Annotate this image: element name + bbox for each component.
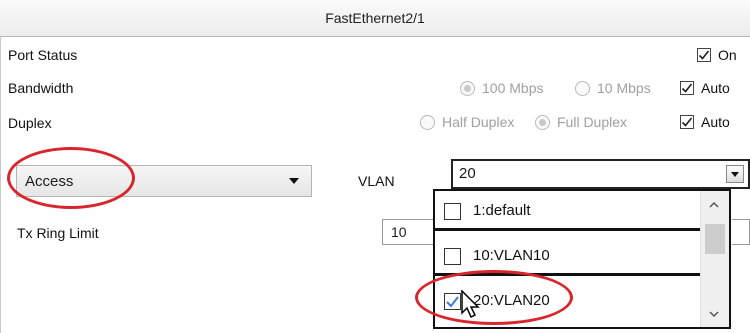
bandwidth-auto-label: Auto [701,80,730,96]
duplex-label: Duplex [8,115,52,131]
scroll-thumb[interactable] [705,224,725,254]
duplex-full-radio[interactable] [535,115,550,130]
vlan-option[interactable]: 10:VLAN10 [435,236,701,276]
bandwidth-100-label: 100 Mbps [482,80,544,96]
bandwidth-100-radio[interactable] [460,81,475,96]
chevron-down-icon[interactable] [709,309,719,319]
vlan-option-label: 10:VLAN10 [473,247,550,264]
window-title: FastEthernet2/1 [325,10,425,26]
port-status-on-label: On [718,47,737,63]
duplex-auto-checkbox[interactable] [680,115,694,129]
tx-ring-limit-value: 10 [391,224,407,240]
port-status-label: Port Status [8,47,78,63]
vlan-option-label: 1:default [473,202,531,219]
window-title-bar: FastEthernet2/1 [0,0,750,37]
port-mode-select[interactable]: Access [16,165,312,197]
vlan-label: VLAN [358,173,395,189]
vlan-list-scrollbar[interactable] [700,191,729,327]
duplex-half-radio[interactable] [420,115,435,130]
vlan-option[interactable]: 1:default [435,191,701,231]
bandwidth-10-radio[interactable] [575,81,590,96]
chevron-down-icon [289,178,299,184]
vlan-option-checkbox[interactable] [444,293,461,310]
bandwidth-10-label: 10 Mbps [597,80,651,96]
port-mode-value: Access [25,173,74,190]
bandwidth-label: Bandwidth [8,80,74,96]
tx-ring-limit-label: Tx Ring Limit [17,225,99,241]
vlan-value: 20 [459,165,476,182]
mouse-cursor-icon [461,290,480,319]
duplex-half-label: Half Duplex [442,114,515,130]
duplex-full-label: Full Duplex [557,114,628,130]
bandwidth-auto-checkbox[interactable] [680,81,694,95]
vlan-option-checkbox[interactable] [444,248,461,265]
vlan-option-label: 20:VLAN20 [473,292,550,309]
duplex-auto-label: Auto [701,114,730,130]
tx-ring-limit-input-edge [732,219,750,245]
vlan-combo[interactable]: 20 [451,159,750,189]
port-status-on-checkbox[interactable] [697,48,711,62]
vlan-dropdown-button[interactable] [726,165,744,183]
chevron-up-icon[interactable] [709,200,719,210]
vlan-option-checkbox[interactable] [444,203,461,220]
